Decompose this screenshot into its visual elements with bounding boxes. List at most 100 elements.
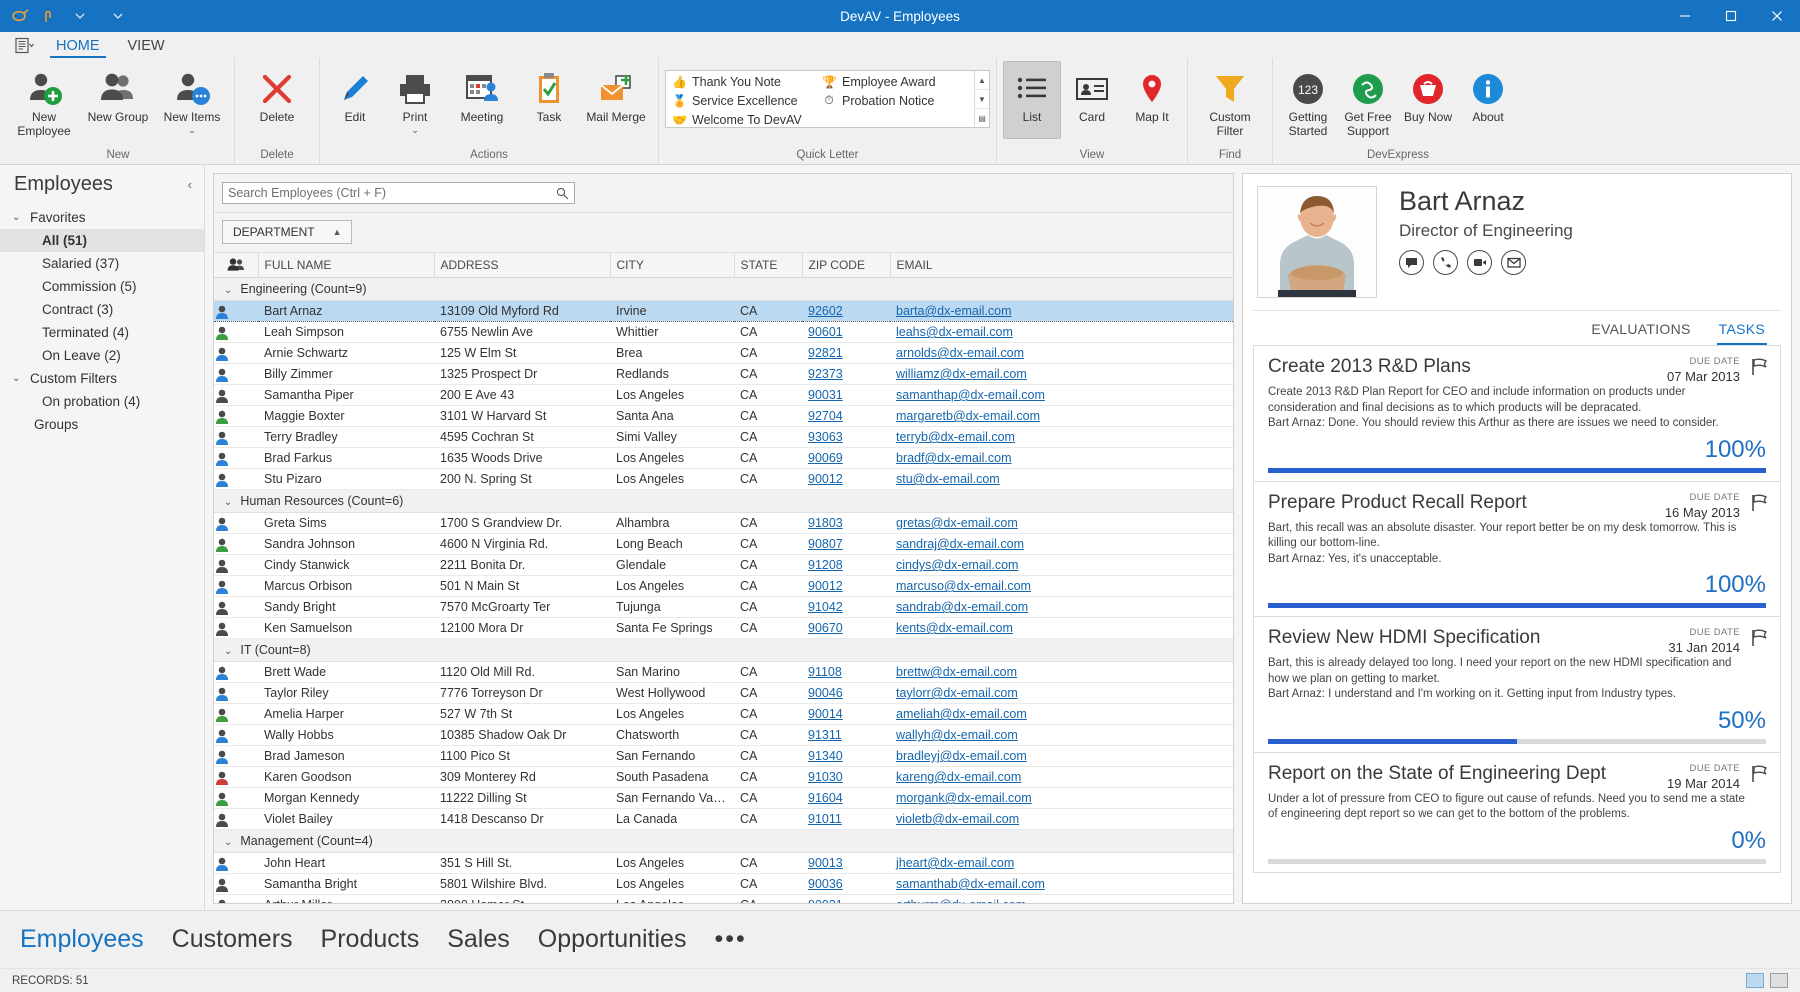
print-button[interactable]: Print ⌄: [386, 61, 444, 139]
zip-link[interactable]: 90013: [808, 856, 843, 870]
group-row[interactable]: ⌄Human Resources (Count=6): [214, 490, 1233, 513]
scroll-down-icon[interactable]: ▼: [975, 90, 989, 109]
tab-home[interactable]: HOME: [42, 35, 114, 58]
zip-link[interactable]: 90807: [808, 537, 843, 551]
search-input[interactable]: [228, 186, 556, 200]
zip-link[interactable]: 91030: [808, 770, 843, 784]
email-link[interactable]: taylorr@dx-email.com: [896, 686, 1018, 700]
zip-link[interactable]: 90012: [808, 472, 843, 486]
new-items-button[interactable]: New Items ⌄: [156, 61, 228, 139]
nav-more-icon[interactable]: •••: [714, 925, 746, 954]
table-row[interactable]: Stu Pizaro200 N. Spring StLos AngelesCA9…: [214, 469, 1233, 490]
table-row[interactable]: Morgan Kennedy11222 Dilling StSan Fernan…: [214, 788, 1233, 809]
email-link[interactable]: cindys@dx-email.com: [896, 558, 1018, 572]
table-row[interactable]: Samantha Piper200 E Ave 43Los AngelesCA9…: [214, 385, 1233, 406]
new-group-button[interactable]: New Group: [82, 61, 154, 139]
get-free-support-button[interactable]: Get Free Support: [1339, 61, 1397, 140]
flag-icon[interactable]: [1751, 765, 1768, 783]
table-row[interactable]: Sandy Bright7570 McGroarty TerTujungaCA9…: [214, 597, 1233, 618]
task-card[interactable]: DUE DATE16 May 2013Prepare Product Recal…: [1253, 482, 1781, 618]
email-link[interactable]: morgank@dx-email.com: [896, 791, 1032, 805]
quick-letter-thank-you-note[interactable]: 👍 Thank You Note: [670, 72, 820, 91]
zip-link[interactable]: 92602: [808, 304, 843, 318]
zip-link[interactable]: 91011: [808, 812, 842, 826]
table-row[interactable]: Cindy Stanwick2211 Bonita Dr.GlendaleCA9…: [214, 555, 1233, 576]
email-link[interactable]: brettw@dx-email.com: [896, 665, 1017, 679]
zip-link[interactable]: 91108: [808, 665, 842, 679]
list-view-toggle[interactable]: [1746, 973, 1764, 988]
zip-link[interactable]: 90601: [808, 325, 843, 339]
table-row[interactable]: Ken Samuelson12100 Mora DrSanta Fe Sprin…: [214, 618, 1233, 639]
video-icon[interactable]: [1467, 250, 1492, 275]
email-link[interactable]: violetb@dx-email.com: [896, 812, 1019, 826]
zip-link[interactable]: 91340: [808, 749, 843, 763]
collapse-sidebar-icon[interactable]: ‹: [184, 177, 196, 192]
table-row[interactable]: Taylor Riley7776 Torreyson DrWest Hollyw…: [214, 683, 1233, 704]
zip-link[interactable]: 93063: [808, 430, 843, 444]
zip-link[interactable]: 90031: [808, 388, 843, 402]
chevron-down-icon[interactable]: [70, 6, 90, 26]
view-list-button[interactable]: List: [1003, 61, 1061, 139]
undo-icon[interactable]: [40, 6, 60, 26]
customize-qat-icon[interactable]: [108, 6, 128, 26]
zip-link[interactable]: 90031: [808, 898, 843, 903]
minimize-button[interactable]: [1662, 0, 1708, 32]
search-icon[interactable]: [556, 187, 569, 200]
email-link[interactable]: samanthap@dx-email.com: [896, 388, 1045, 402]
table-row[interactable]: Terry Bradley4595 Cochran StSimi ValleyC…: [214, 427, 1233, 448]
new-employee-button[interactable]: New Employee: [8, 61, 80, 140]
sidebar-item-salaried[interactable]: Salaried (37): [0, 252, 204, 275]
column-header-state[interactable]: STATE: [734, 253, 802, 278]
zip-link[interactable]: 91604: [808, 791, 843, 805]
flag-icon[interactable]: [1751, 358, 1768, 376]
chat-icon[interactable]: [1399, 250, 1424, 275]
zip-link[interactable]: 92373: [808, 367, 843, 381]
table-row[interactable]: Sandra Johnson4600 N Virginia Rd.Long Be…: [214, 534, 1233, 555]
email-link[interactable]: kareng@dx-email.com: [896, 770, 1021, 784]
email-link[interactable]: wallyh@dx-email.com: [896, 728, 1018, 742]
table-row[interactable]: Greta Sims1700 S Grandview Dr.AlhambraCA…: [214, 513, 1233, 534]
view-card-button[interactable]: Card: [1063, 61, 1121, 139]
zip-link[interactable]: 90014: [808, 707, 843, 721]
quick-letter-service-excellence[interactable]: 🏅 Service Excellence: [670, 91, 820, 110]
email-link[interactable]: stu@dx-email.com: [896, 472, 1000, 486]
quick-letter-probation-notice[interactable]: ⏱ Probation Notice: [820, 91, 970, 110]
column-header-icon[interactable]: [214, 253, 258, 278]
gallery-expand-icon[interactable]: ▤: [975, 109, 989, 127]
sidebar-item-contract[interactable]: Contract (3): [0, 298, 204, 321]
table-row[interactable]: Billy Zimmer1325 Prospect DrRedlandsCA92…: [214, 364, 1233, 385]
edit-button[interactable]: Edit: [326, 61, 384, 139]
table-row[interactable]: Marcus Orbison501 N Main StLos AngelesCA…: [214, 576, 1233, 597]
email-link[interactable]: arnolds@dx-email.com: [896, 346, 1024, 360]
task-button[interactable]: Task: [520, 61, 578, 139]
email-link[interactable]: williamz@dx-email.com: [896, 367, 1027, 381]
chevron-down-icon[interactable]: ⌄: [188, 126, 196, 134]
email-link[interactable]: gretas@dx-email.com: [896, 516, 1018, 530]
mail-merge-button[interactable]: Mail Merge: [580, 61, 652, 139]
tab-tasks[interactable]: TASKS: [1717, 317, 1767, 345]
maximize-button[interactable]: [1708, 0, 1754, 32]
email-link[interactable]: arthurm@dx-email.com: [896, 898, 1026, 903]
file-menu-icon[interactable]: [8, 34, 42, 58]
delete-button[interactable]: Delete: [241, 61, 313, 139]
grid-scroll-area[interactable]: FULL NAME ADDRESS CITY STATE ZIP CODE EM…: [214, 253, 1233, 903]
table-row[interactable]: Arthur Miller3800 Homer St.Los AngelesCA…: [214, 895, 1233, 904]
tab-view[interactable]: VIEW: [114, 35, 179, 58]
task-card[interactable]: DUE DATE07 Mar 2013Create 2013 R&D Plans…: [1253, 345, 1781, 482]
group-row[interactable]: ⌄Engineering (Count=9): [214, 278, 1233, 301]
table-row[interactable]: Violet Bailey1418 Descanso DrLa CanadaCA…: [214, 809, 1233, 830]
column-header-email[interactable]: EMAIL: [890, 253, 1233, 278]
gallery-scrollbar[interactable]: ▲ ▼ ▤: [974, 71, 989, 127]
nav-sales[interactable]: Sales: [447, 925, 510, 954]
quick-letter-employee-award[interactable]: 🏆 Employee Award: [820, 72, 970, 91]
email-link[interactable]: jheart@dx-email.com: [896, 856, 1014, 870]
sidebar-group-custom-filters[interactable]: ⌄ Custom Filters: [0, 367, 204, 390]
chevron-down-icon[interactable]: ⌄: [224, 497, 232, 508]
group-chip-department[interactable]: DEPARTMENT ▲: [222, 220, 352, 244]
email-link[interactable]: barta@dx-email.com: [896, 304, 1012, 318]
sidebar-item-on-leave[interactable]: On Leave (2): [0, 344, 204, 367]
devav-logo-icon[interactable]: [10, 6, 30, 26]
table-row[interactable]: Brett Wade1120 Old Mill Rd.San MarinoCA9…: [214, 662, 1233, 683]
zip-link[interactable]: 91208: [808, 558, 843, 572]
close-button[interactable]: [1754, 0, 1800, 32]
